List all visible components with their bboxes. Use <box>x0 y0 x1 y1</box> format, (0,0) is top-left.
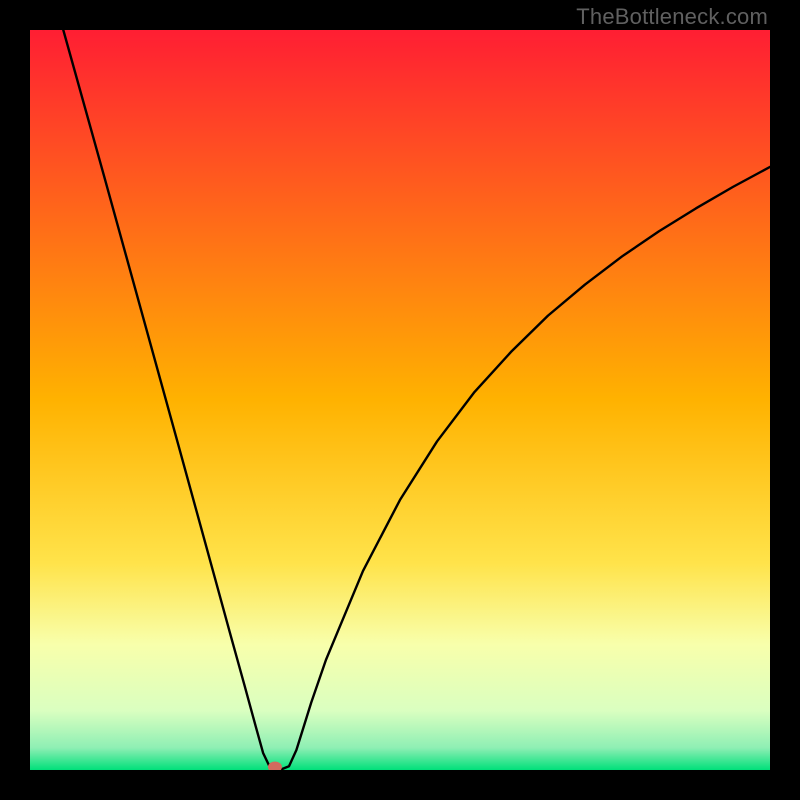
watermark-text: TheBottleneck.com <box>576 4 768 30</box>
gradient-background <box>30 30 770 770</box>
chart-svg <box>30 30 770 770</box>
page-root: TheBottleneck.com <box>0 0 800 800</box>
plot-area <box>30 30 770 770</box>
